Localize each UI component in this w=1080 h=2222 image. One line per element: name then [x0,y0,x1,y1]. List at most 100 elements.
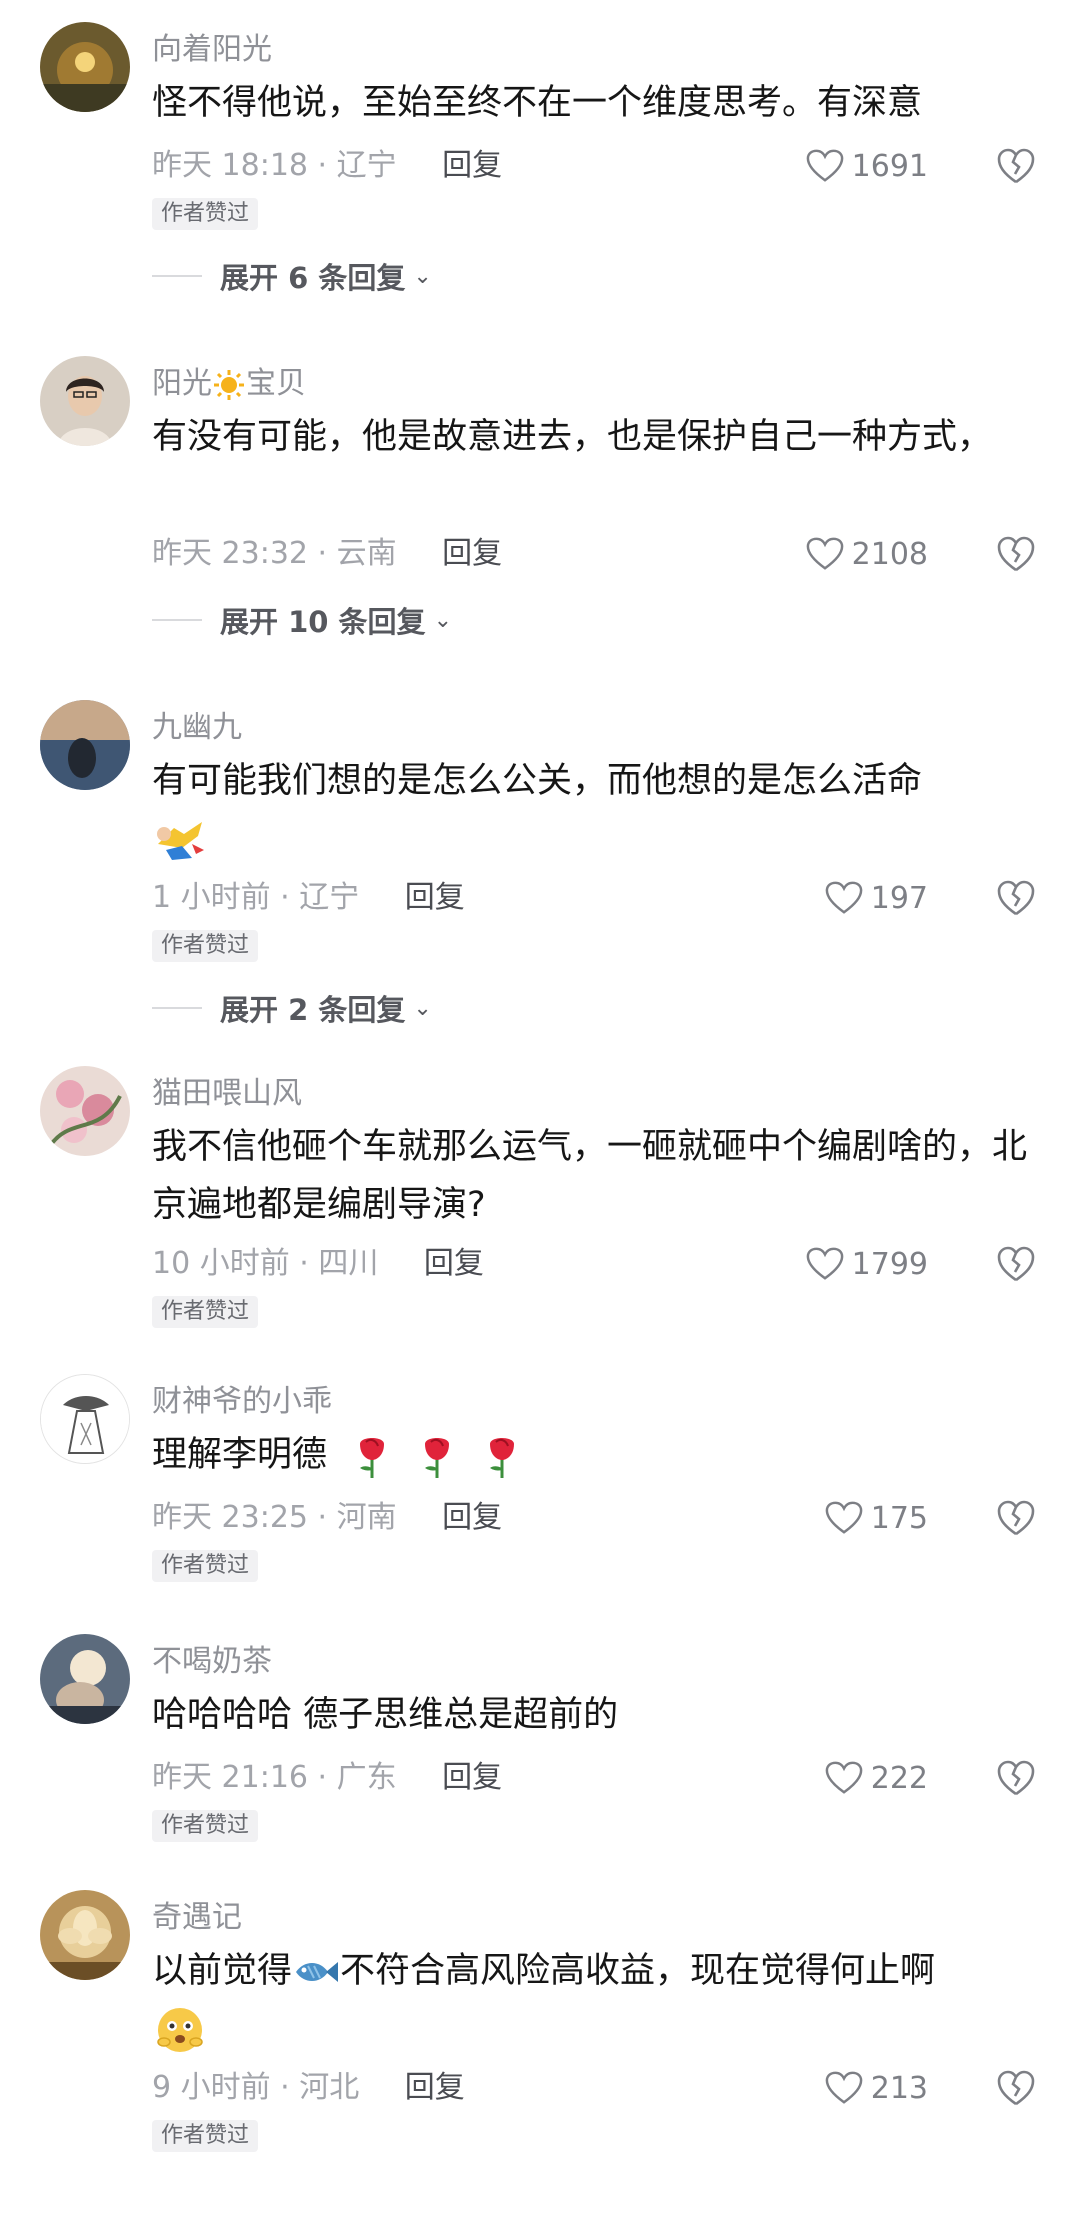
broken-heart-icon[interactable] [996,1244,1036,1284]
reply-button[interactable]: 回复 [405,880,465,915]
comment-time-location: 1 小时前 · 辽宁 [152,880,360,915]
author-liked-badge: 作者赞过 [152,930,259,962]
expand-replies-button[interactable]: 展开 10 条回复 ⌄ [152,598,452,642]
expand-replies-label: 展开 6 条回复 [220,261,406,295]
chevron-down-icon: ⌄ [413,995,432,1021]
like-count: 213 [870,2070,928,2106]
avatar[interactable] [40,356,130,446]
comment-meta: 昨天 23:32 · 云南 回复 [152,532,502,576]
rose-emoji-icon [360,1438,385,1478]
avatar[interactable] [40,1634,130,1724]
username[interactable]: 奇遇记 [152,1898,242,1938]
expand-replies-button[interactable]: 展开 2 条回复 ⌄ [152,986,432,1030]
broken-heart-icon[interactable] [996,1498,1036,1538]
reply-button[interactable]: 回复 [442,1760,502,1795]
like-button[interactable]: 213 [825,2066,928,2110]
comment-text: 有可能我们想的是怎么公关，而他想的是怎么活命 [152,752,1040,868]
divider [152,275,202,277]
author-liked-badge: 作者赞过 [152,1550,259,1582]
avatar-image [40,1634,130,1724]
heart-icon [806,1247,843,1280]
comment-text-part: 以前觉得 [152,1951,293,1991]
heart-icon [825,1761,863,1794]
avatar-image [40,700,130,790]
comment-item: 猫田喂山风 我不信他砸个车就那么运气，一砸就砸中个编剧啥的，北京遍地都是编剧导演… [0,1066,1080,1356]
comment-item: 财神爷的小乖 理解李明德 昨天 23:25 · 河南 回复 175 作者赞过 [0,1374,1080,1594]
comment-meta: 1 小时前 · 辽宁 回复 [152,876,465,920]
avatar[interactable] [40,1374,130,1464]
like-count: 2108 [851,536,928,572]
like-button[interactable]: 2108 [806,532,928,576]
avatar[interactable] [40,700,130,790]
author-liked-badge: 作者赞过 [152,198,259,230]
reply-button[interactable]: 回复 [442,536,502,571]
username[interactable]: 猫田喂山风 [152,1074,302,1114]
heart-icon [806,537,843,570]
comment-text: 以前觉得 不符合高风险高收益，现在觉得何止啊 [152,1942,1040,2058]
avatar-image [40,1890,130,1980]
avatar-image [40,22,130,112]
username-part: 阳光 [152,366,212,401]
comment-time-location: 昨天 23:32 · 云南 [152,536,397,571]
reply-button[interactable]: 回复 [405,2070,465,2105]
heart-icon [825,2071,863,2104]
expand-replies-label: 展开 2 条回复 [220,993,406,1027]
rose-emoji-icon [490,1438,515,1478]
heart-icon [825,881,863,914]
username[interactable]: 向着阳光 [152,30,272,70]
divider [152,619,202,621]
username[interactable]: 九幽九 [152,708,242,748]
sun-emoji-icon [214,369,244,400]
comment-item: 不喝奶茶 哈哈哈哈 德子思维总是超前的 昨天 21:16 · 广东 回复 222… [0,1634,1080,1854]
like-button[interactable]: 1691 [806,144,928,188]
like-button[interactable]: 1799 [806,1242,928,1286]
like-button[interactable]: 222 [825,1756,928,1800]
reply-button[interactable]: 回复 [424,1246,484,1281]
comment-time-location: 昨天 23:25 · 河南 [152,1500,397,1535]
avatar-image [41,1375,129,1463]
reply-button[interactable]: 回复 [442,1500,502,1535]
heart-icon [806,149,843,182]
comment-time-location: 昨天 21:16 · 广东 [152,1760,397,1795]
broken-heart-icon[interactable] [996,2068,1036,2108]
broken-heart-icon[interactable] [996,534,1036,574]
avatar[interactable] [40,1066,130,1156]
broken-heart-icon[interactable] [996,878,1036,918]
like-count: 197 [870,880,928,916]
comment-time-location: 9 小时前 · 河北 [152,2070,360,2105]
author-liked-badge: 作者赞过 [152,1296,259,1328]
broken-heart-icon[interactable] [996,146,1036,186]
comment-time-location: 10 小时前 · 四川 [152,1246,379,1281]
avatar[interactable] [40,22,130,112]
username-part: 宝贝 [246,366,306,401]
username[interactable]: 阳光 宝贝 [152,364,306,404]
comment-text: 理解李明德 [152,1426,1040,1484]
expand-replies-label: 展开 10 条回复 [220,605,426,639]
comment-text-part: 不符合高风险高收益，现在觉得何止啊 [340,1951,936,1991]
comment-item: 奇遇记 以前觉得 不符合高风险高收益，现在觉得何止啊 9 小时前 · 河北 回复 … [0,1890,1080,2190]
fish-emoji-icon [296,1962,339,1982]
comment-text: 有没有可能，他是故意进去，也是保护自己一种方式， [152,417,993,457]
comment-meta: 9 小时前 · 河北 回复 [152,2066,465,2110]
broken-heart-icon[interactable] [996,1758,1036,1798]
avatar-image [40,356,130,446]
comment-meta: 昨天 23:25 · 河南 回复 [152,1496,502,1540]
like-count: 175 [870,1500,928,1536]
comment-item: 阳光 宝贝 有没有可能，他是故意进去，也是保护自己一种方式， 昨天 23:32 ·… [0,356,1080,656]
reply-button[interactable]: 回复 [442,148,502,183]
avatar[interactable] [40,1890,130,1980]
author-liked-badge: 作者赞过 [152,1810,259,1842]
comment-item: 向着阳光 怪不得他说，至始至终不在一个维度思考。有深意 昨天 18:18 · 辽… [0,22,1080,295]
expand-replies-button[interactable]: 展开 6 条回复 ⌄ [152,254,432,298]
username[interactable]: 财神爷的小乖 [152,1382,332,1422]
chevron-down-icon: ⌄ [413,263,432,289]
like-button[interactable]: 197 [825,876,928,920]
avatar-image [40,1066,130,1156]
like-count: 1691 [851,148,928,184]
username[interactable]: 不喝奶茶 [152,1642,272,1682]
heart-icon [825,1501,863,1534]
comment-text: 怪不得他说，至始至终不在一个维度思考。有深意 [152,83,923,123]
comment-text-content: 理解李明德 [152,1435,328,1475]
like-button[interactable]: 175 [825,1496,928,1540]
comment-item: 九幽九 有可能我们想的是怎么公关，而他想的是怎么活命 1 小时前 · 辽宁 回复… [0,700,1080,1036]
